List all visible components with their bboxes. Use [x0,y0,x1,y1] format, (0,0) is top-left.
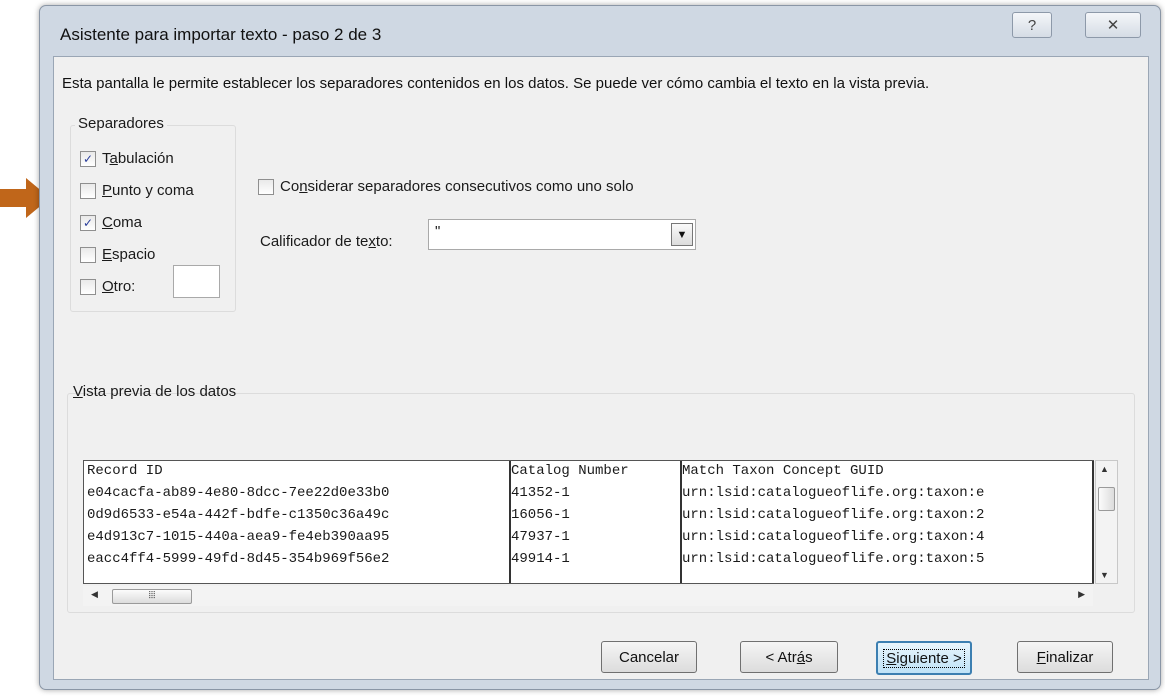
grid-cell: e04cacfa-ab89-4e80-8dcc-7ee22d0e33b0 [87,485,390,501]
scroll-right-icon[interactable]: ▶ [1078,589,1085,600]
space-checkbox[interactable] [80,246,96,263]
grid-cell: eacc4ff4-5999-49fd-8d45-354b969f56e2 [87,551,390,567]
qualifier-select[interactable]: " ▼ [428,219,696,250]
help-button[interactable]: ? [1012,12,1052,38]
qualifier-label: Calificador de texto: [260,233,393,250]
import-wizard-dialog: Asistente para importar texto - paso 2 d… [39,5,1161,690]
back-button[interactable]: < Atr á s [740,641,838,673]
grid-cell: 47937-1 [511,529,570,545]
space-label: Espacio [102,246,156,263]
horizontal-scrollbar[interactable]: ◀ ⦙⦙⦙ ▶ [83,586,1093,606]
preview-grid[interactable]: Record ID e04cacfa-ab89-4e80-8dcc-7ee22d… [83,460,1094,584]
grid-cell: 0d9d6533-e54a-442f-bdfe-c1350c36a49c [87,507,390,523]
tab-label: Tabulación [102,150,174,167]
grid-cell: 16056-1 [511,507,570,523]
close-button[interactable]: ✕ [1085,12,1141,38]
comma-separator-option[interactable]: ✓ Coma [80,214,142,231]
comma-label: Coma [102,214,143,231]
preview-label: Vista previa de los datos [73,383,237,400]
preview-column-taxon-guid: Match Taxon Concept GUID urn:lsid:catalo… [682,461,1094,583]
other-separator-input[interactable] [173,265,220,298]
preview-column-record-id: Record ID e04cacfa-ab89-4e80-8dcc-7ee22d… [84,461,511,583]
next-button[interactable]: Siguiente > [876,641,972,675]
grid-cell: 41352-1 [511,485,570,501]
next-button-label: Siguiente > [883,648,965,668]
grid-cell: urn:lsid:catalogueoflife.org:taxon:5 [682,551,985,567]
column-header: Catalog Number [511,463,629,479]
separators-group-label: Separadores [75,115,167,132]
dialog-title: Asistente para importar texto - paso 2 d… [60,25,382,44]
consecutive-option[interactable]: Considerar separadores consecutivos como… [258,178,634,195]
space-separator-option[interactable]: Espacio [80,246,155,263]
semicolon-label: Punto y coma [102,182,194,199]
vertical-scroll-thumb[interactable] [1098,487,1115,511]
dialog-body: Esta pantalla le permite establecer los … [53,56,1149,680]
finish-button[interactable]: Finalizar [1017,641,1113,673]
consecutive-checkbox[interactable] [258,178,274,195]
other-checkbox[interactable] [80,278,96,295]
other-label: Otro: [102,278,136,295]
cancel-button[interactable]: Cancelar [601,641,697,673]
tab-separator-option[interactable]: ✓ Tabulación [80,150,174,167]
scroll-down-icon[interactable]: ▼ [1100,570,1109,580]
description-text: Esta pantalla le permite establecer los … [62,75,930,92]
comma-checkbox[interactable]: ✓ [80,214,96,231]
other-separator-option[interactable]: Otro: [80,278,135,295]
semicolon-separator-option[interactable]: Punto y coma [80,182,194,199]
grid-cell: 49914-1 [511,551,570,567]
horizontal-scroll-thumb[interactable]: ⦙⦙⦙ [112,589,192,604]
preview-column-catalog-number: Catalog Number 41352-1 16056-1 47937-1 4… [511,461,682,583]
grid-cell: urn:lsid:catalogueoflife.org:taxon:2 [682,507,985,523]
grid-cell: urn:lsid:catalogueoflife.org:taxon:4 [682,529,985,545]
column-header: Record ID [87,463,163,479]
scroll-up-icon[interactable]: ▲ [1100,464,1109,474]
vertical-scrollbar[interactable]: ▲ ▼ [1095,460,1118,584]
grid-cell: urn:lsid:catalogueoflife.org:taxon:e [682,485,985,501]
grid-cell: e4d913c7-1015-440a-aea9-fe4eb390aa95 [87,529,390,545]
chevron-down-icon[interactable]: ▼ [671,223,693,246]
qualifier-value: " [435,223,441,240]
tab-checkbox[interactable]: ✓ [80,150,96,167]
title-bar: Asistente para importar texto - paso 2 d… [40,6,1160,56]
column-header: Match Taxon Concept GUID [682,463,884,479]
semicolon-checkbox[interactable] [80,182,96,199]
scroll-left-icon[interactable]: ◀ [91,589,98,600]
consecutive-label: Considerar separadores consecutivos como… [280,178,634,195]
